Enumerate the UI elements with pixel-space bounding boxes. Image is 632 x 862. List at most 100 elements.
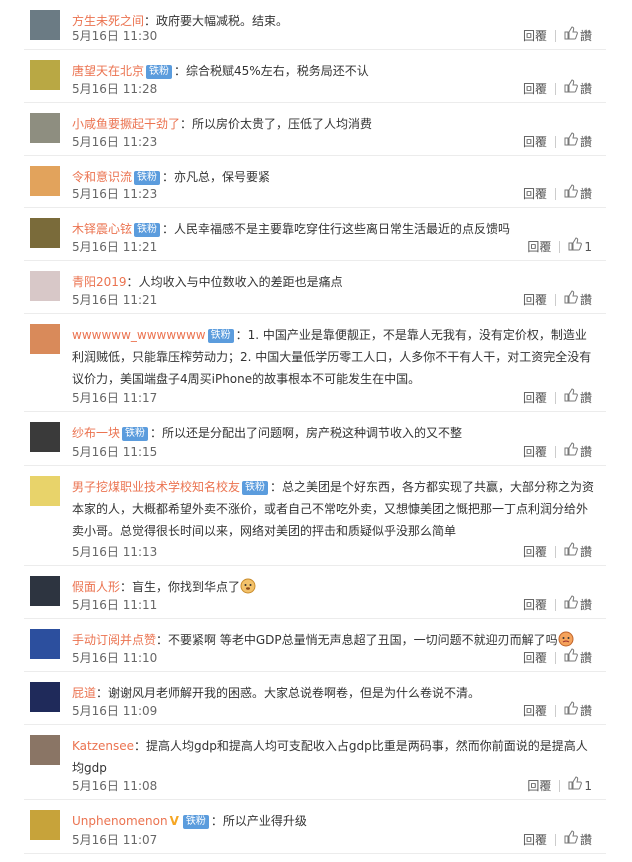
username-link[interactable]: 青阳2019 bbox=[72, 275, 127, 289]
username-link[interactable]: 假面人形 bbox=[72, 580, 120, 594]
username-link[interactable]: Unphenomenon bbox=[72, 814, 168, 828]
action-divider bbox=[554, 833, 556, 846]
like-button[interactable]: 讚 bbox=[564, 26, 592, 45]
comment-item: 小咸鱼要撅起干劲了：所以房价太贵了，压低了人均消费 5月16日 11:23 回覆讚 bbox=[24, 103, 606, 156]
comment-text: 提高人均gdp和提高人均可支配收入占gdp比重是两码事，然而你前面说的是提高人均… bbox=[72, 739, 588, 775]
avatar[interactable] bbox=[30, 113, 60, 143]
comment-separator: ： bbox=[126, 275, 139, 289]
comment-separator: ： bbox=[156, 633, 169, 647]
comment-separator: ： bbox=[144, 14, 157, 28]
reply-button[interactable]: 回覆 bbox=[523, 543, 547, 561]
like-button[interactable]: 讚 bbox=[564, 701, 592, 720]
thumbs-up-icon bbox=[568, 237, 584, 256]
thumbs-up-icon bbox=[564, 648, 580, 667]
avatar[interactable] bbox=[30, 271, 60, 301]
comment-item: 方生未死之间：政府要大幅减税。结束。 5月16日 11:30 回覆 讚 bbox=[24, 0, 606, 50]
comment-list: 方生未死之间：政府要大幅减税。结束。 5月16日 11:30 回覆讚唐望天在北京 铁粉… bbox=[24, 0, 606, 854]
username-link[interactable]: Katzensee bbox=[72, 739, 134, 753]
username-link[interactable]: 唐望天在北京 bbox=[72, 64, 144, 78]
like-button[interactable]: 讚 bbox=[564, 542, 592, 561]
doge-emoji-icon bbox=[240, 578, 256, 601]
avatar[interactable] bbox=[30, 576, 60, 606]
comment-timestamp: 5月16日 11:23 bbox=[72, 135, 158, 149]
username-link[interactable]: 男子挖煤职业技术学校知名校友 bbox=[72, 480, 240, 494]
reply-button[interactable]: 回覆 bbox=[523, 185, 547, 203]
like-button[interactable]: 讚 bbox=[564, 290, 592, 309]
comment-text: 人民幸福感不是主要靠吃穿住行这些离日常生活最近的点反馈吗 bbox=[174, 222, 511, 236]
comment-item: 木铎震心铉 铁粉 ：人民幸福感不是主要靠吃穿住行这些离日常生活最近的点反馈吗 5月16… bbox=[24, 208, 606, 261]
like-label: 讚 bbox=[579, 832, 592, 847]
avatar[interactable] bbox=[30, 422, 60, 452]
reply-button[interactable]: 回覆 bbox=[523, 443, 547, 461]
username-link[interactable]: 手动订阅并点赞 bbox=[72, 633, 156, 647]
reply-button[interactable]: 回覆 bbox=[523, 596, 547, 614]
comment-item: 手动订阅并点赞：不要紧啊 等老中GDP总量悄无声息超了丑国，一切问题不就迎刃而解… bbox=[24, 619, 606, 672]
username-link[interactable]: 纱布一块 bbox=[72, 426, 120, 440]
comment-timestamp: 5月16日 11:28 bbox=[72, 82, 158, 96]
like-button[interactable]: 讚 bbox=[564, 442, 592, 461]
thumbs-up-icon bbox=[564, 542, 580, 561]
like-button[interactable]: 讚 bbox=[564, 830, 592, 849]
avatar[interactable] bbox=[30, 476, 60, 506]
comment-item: 男子挖煤职业技术学校知名校友 铁粉 ：总之美团是个好东西，各方都实现了共赢，大部分称… bbox=[24, 466, 606, 566]
avatar[interactable] bbox=[30, 218, 60, 248]
comment-timestamp: 5月16日 11:21 bbox=[72, 293, 158, 307]
like-label: 讚 bbox=[579, 81, 592, 96]
reply-button[interactable]: 回覆 bbox=[527, 238, 551, 256]
avatar[interactable] bbox=[30, 60, 60, 90]
fan-badge: 铁粉 bbox=[146, 65, 173, 79]
comment-timestamp: 5月16日 11:21 bbox=[72, 240, 158, 254]
like-button[interactable]: 讚 bbox=[564, 648, 592, 667]
comment-timestamp: 5月16日 11:23 bbox=[72, 187, 158, 201]
reply-button[interactable]: 回覆 bbox=[527, 777, 551, 795]
reply-button[interactable]: 回覆 bbox=[523, 702, 547, 720]
reply-button[interactable]: 回覆 bbox=[523, 831, 547, 849]
reply-button[interactable]: 回覆 bbox=[523, 649, 547, 667]
reply-button[interactable]: 回覆 bbox=[523, 80, 547, 98]
comment-actions: 回覆 讚 bbox=[523, 290, 592, 309]
username-link[interactable]: 屁道 bbox=[72, 686, 96, 700]
username-link[interactable]: wwwwww_wwwwwww bbox=[72, 328, 206, 342]
reply-button[interactable]: 回覆 bbox=[523, 291, 547, 309]
username-link[interactable]: 木铎震心铉 bbox=[72, 222, 132, 236]
reply-button[interactable]: 回覆 bbox=[523, 389, 547, 407]
like-button[interactable]: 讚 bbox=[564, 132, 592, 151]
comment-text: 综合税赋45%左右，税务局还不认 bbox=[186, 64, 369, 78]
comment-text: 所以产业得升级 bbox=[222, 814, 307, 828]
comment-body: 屁道：谢谢风月老师解开我的困惑。大家总说卷啊卷，但是为什么卷说不清。 bbox=[72, 682, 598, 704]
avatar[interactable] bbox=[30, 166, 60, 196]
avatar[interactable] bbox=[30, 735, 60, 765]
like-button[interactable]: 1 bbox=[568, 237, 592, 256]
comment-body: 小咸鱼要撅起干劲了：所以房价太贵了，压低了人均消费 bbox=[72, 113, 598, 135]
reply-button[interactable]: 回覆 bbox=[523, 27, 547, 45]
like-button[interactable]: 讚 bbox=[564, 184, 592, 203]
comment-actions: 回覆 讚 bbox=[523, 830, 592, 849]
avatar[interactable] bbox=[30, 10, 60, 40]
comment-timestamp: 5月16日 11:10 bbox=[72, 651, 158, 665]
username-link[interactable]: 方生未死之间 bbox=[72, 14, 144, 28]
avatar[interactable] bbox=[30, 629, 60, 659]
comment-actions: 回覆 讚 bbox=[523, 184, 592, 203]
like-button[interactable]: 讚 bbox=[564, 595, 592, 614]
comment-item: 青阳2019：人均收入与中位数收入的差距也是痛点 5月16日 11:21 回覆讚 bbox=[24, 261, 606, 314]
comment-text: 人均收入与中位数收入的差距也是痛点 bbox=[138, 275, 343, 289]
comment-separator: ： bbox=[96, 686, 109, 700]
like-button[interactable]: 讚 bbox=[564, 79, 592, 98]
like-label: 讚 bbox=[579, 650, 592, 665]
comment-item: 假面人形：盲生，你找到华点了 5月16日 11:11 回覆 讚 bbox=[24, 566, 606, 619]
username-link[interactable]: 小咸鱼要撅起干劲了 bbox=[72, 117, 180, 131]
avatar[interactable] bbox=[30, 682, 60, 712]
comment-item: wwwwww_wwwwwww 铁粉 ：1. 中国产业是靠便靓正，不是靠人无我有，没有… bbox=[24, 314, 606, 412]
action-divider bbox=[554, 391, 556, 404]
comment-separator: ： bbox=[162, 170, 175, 184]
avatar[interactable] bbox=[30, 324, 60, 354]
comment-item: Unphenomenon V 铁粉 ：所以产业得升级 5月16日 11:07 回覆讚 bbox=[24, 800, 606, 854]
comment-text: 谢谢风月老师解开我的困惑。大家总说卷啊卷，但是为什么卷说不清。 bbox=[108, 686, 481, 700]
avatar[interactable] bbox=[30, 810, 60, 840]
username-link[interactable]: 令和意识流 bbox=[72, 170, 132, 184]
like-button[interactable]: 讚 bbox=[564, 388, 592, 407]
reply-button[interactable]: 回覆 bbox=[523, 133, 547, 151]
comment-text: 亦凡总，保号要紧 bbox=[174, 170, 271, 184]
comment-timestamp: 5月16日 11:15 bbox=[72, 445, 158, 459]
like-button[interactable]: 1 bbox=[568, 776, 592, 795]
